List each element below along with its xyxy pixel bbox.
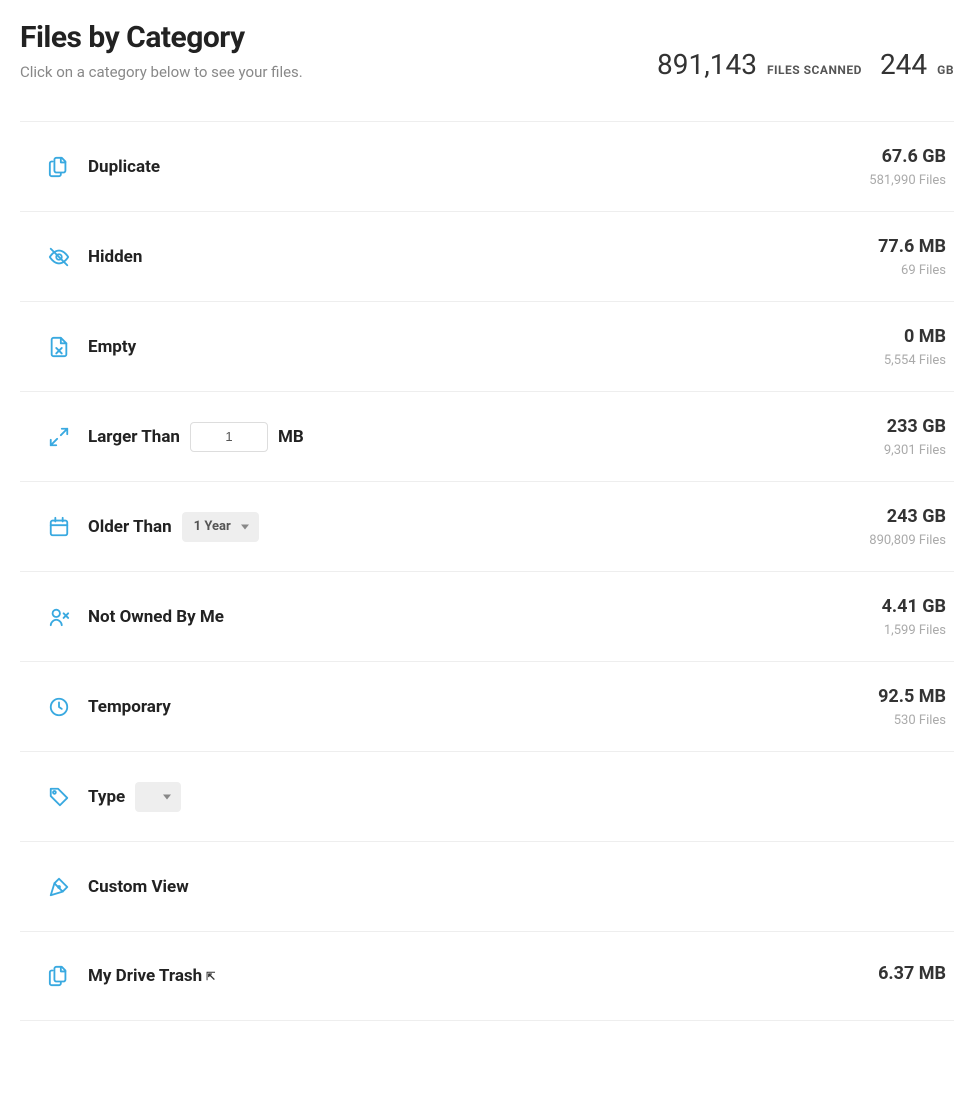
header-stats: 891,143 FILES SCANNED 244 GB [657,20,954,81]
category-row-older-than[interactable]: Older Than 1 Year 243 GB 890,809 Files [20,481,954,571]
category-file-count: 5,554 Files [884,353,946,368]
category-file-count: 1,599 Files [882,623,946,638]
category-stats: 77.6 MB 69 Files [878,236,954,278]
category-row-custom-view[interactable]: Custom View [20,841,954,931]
trash-label-text: My Drive Trash [88,966,202,986]
category-row-not-owned[interactable]: Not Owned By Me 4.41 GB 1,599 Files [20,571,954,661]
header-left: Files by Category Click on a category be… [20,20,657,81]
category-size: 67.6 GB [869,146,946,167]
category-row-larger-than[interactable]: Larger Than MB 233 GB 9,301 Files [20,391,954,481]
larger-than-input[interactable] [190,422,268,452]
hidden-icon [20,246,70,268]
older-than-dropdown[interactable]: 1 Year [182,512,259,542]
page-title: Files by Category [20,20,657,55]
category-file-count: 9,301 Files [884,443,946,458]
user-x-icon [20,606,70,628]
external-link-icon: ⇱ [206,970,215,983]
category-size: 4.41 GB [882,596,946,617]
type-label-text: Type [88,787,125,807]
trash-file-icon [20,965,70,987]
category-stats: 0 MB 5,554 Files [884,326,954,368]
total-size-stat: 244 GB [880,48,954,81]
category-label: Duplicate [70,157,869,177]
category-row-type[interactable]: Type [20,751,954,841]
total-size-unit: GB [937,63,954,77]
pen-icon [20,876,70,898]
category-file-count: 69 Files [878,263,946,278]
header: Files by Category Click on a category be… [0,0,974,121]
files-scanned-stat: 891,143 FILES SCANNED [657,48,862,81]
empty-icon [20,336,70,358]
category-size: 77.6 MB [878,236,946,257]
larger-than-label-text: Larger Than [88,427,180,447]
category-label: Empty [70,337,884,357]
category-size: 243 GB [869,506,946,527]
category-label: Larger Than MB [70,422,884,452]
total-size-value: 244 [880,48,927,81]
category-size: 233 GB [884,416,946,437]
category-stats: 92.5 MB 530 Files [878,686,954,728]
files-scanned-label: FILES SCANNED [767,63,862,77]
category-stats: 243 GB 890,809 Files [869,506,954,548]
category-label: My Drive Trash ⇱ [70,966,878,986]
category-stats: 6.37 MB [878,963,954,990]
category-label: Type [70,782,946,812]
category-label: Custom View [70,877,946,897]
category-list: Duplicate 67.6 GB 581,990 Files Hidden 7… [0,121,974,1021]
files-scanned-value: 891,143 [657,48,757,81]
category-stats: 233 GB 9,301 Files [884,416,954,458]
category-stats: 67.6 GB 581,990 Files [869,146,954,188]
category-label: Hidden [70,247,878,267]
category-label: Not Owned By Me [70,607,882,627]
expand-icon [20,426,70,448]
older-than-label-text: Older Than [88,517,172,537]
category-row-duplicate[interactable]: Duplicate 67.6 GB 581,990 Files [20,121,954,211]
category-row-empty[interactable]: Empty 0 MB 5,554 Files [20,301,954,391]
category-size: 0 MB [884,326,946,347]
calendar-icon [20,516,70,538]
duplicate-icon [20,156,70,178]
clock-icon [20,696,70,718]
category-file-count: 890,809 Files [869,533,946,548]
category-row-hidden[interactable]: Hidden 77.6 MB 69 Files [20,211,954,301]
category-row-trash[interactable]: My Drive Trash ⇱ 6.37 MB [20,931,954,1021]
category-stats: 4.41 GB 1,599 Files [882,596,954,638]
tag-icon [20,786,70,808]
category-size: 6.37 MB [878,963,946,984]
page-subtitle: Click on a category below to see your fi… [20,63,657,81]
category-file-count: 530 Files [878,713,946,728]
category-size: 92.5 MB [878,686,946,707]
category-label: Temporary [70,697,878,717]
size-unit-mb: MB [278,427,304,447]
category-row-temporary[interactable]: Temporary 92.5 MB 530 Files [20,661,954,751]
type-dropdown[interactable] [135,782,181,812]
category-label: Older Than 1 Year [70,512,869,542]
category-file-count: 581,990 Files [869,173,946,188]
